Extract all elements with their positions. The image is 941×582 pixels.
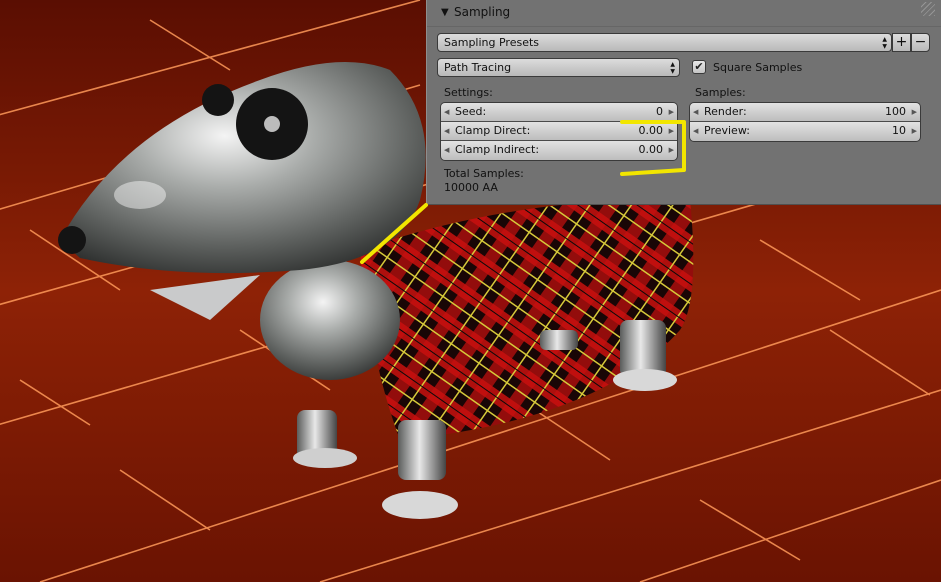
preview-samples-label: Preview: xyxy=(704,124,750,137)
sampling-presets-dropdown[interactable]: Sampling Presets ▲ ▼ xyxy=(437,33,892,52)
left-arrow-icon[interactable]: ◀ xyxy=(444,141,449,159)
total-samples-value: 10000 AA xyxy=(444,181,498,194)
integrator-value: Path Tracing xyxy=(444,61,512,74)
checkmark-icon: ✔ xyxy=(694,60,704,73)
clamp-indirect-value: 0.00 xyxy=(638,143,664,156)
right-arrow-icon[interactable]: ▶ xyxy=(912,103,917,121)
samples-fields: ◀ Render: 100 ▶ ◀ Preview: 10 ▶ xyxy=(689,102,921,142)
grip-icon[interactable] xyxy=(921,2,935,16)
panel-title: Sampling xyxy=(454,5,511,19)
preview-samples-field[interactable]: ◀ Preview: 10 ▶ xyxy=(690,122,920,141)
right-arrow-icon[interactable]: ▶ xyxy=(669,122,674,140)
triangle-down-icon[interactable]: ▼ xyxy=(441,7,449,18)
settings-heading: Settings: xyxy=(444,86,493,99)
samples-heading: Samples: xyxy=(695,86,746,99)
up-down-arrows-icon: ▲ ▼ xyxy=(882,36,887,50)
sampling-presets-label: Sampling Presets xyxy=(444,36,540,49)
preview-samples-value: 10 xyxy=(892,124,906,137)
seed-label: Seed: xyxy=(455,105,487,118)
left-arrow-icon[interactable]: ◀ xyxy=(444,122,449,140)
seed-value: 0 xyxy=(656,105,663,118)
integrator-dropdown[interactable]: Path Tracing ▲ ▼ xyxy=(437,58,680,77)
right-arrow-icon[interactable]: ▶ xyxy=(669,103,674,121)
render-samples-label: Render: xyxy=(704,105,747,118)
render-samples-value: 100 xyxy=(885,105,906,118)
square-samples-label: Square Samples xyxy=(713,61,803,74)
panel-header[interactable]: ▼ Sampling xyxy=(427,0,941,27)
seed-field[interactable]: ◀ Seed: 0 ▶ xyxy=(441,103,677,122)
left-arrow-icon[interactable]: ◀ xyxy=(693,122,698,140)
clamp-direct-value: 0.00 xyxy=(638,124,664,137)
clamp-indirect-label: Clamp Indirect: xyxy=(455,143,540,156)
right-arrow-icon[interactable]: ▶ xyxy=(669,141,674,159)
render-samples-field[interactable]: ◀ Render: 100 ▶ xyxy=(690,103,920,122)
clamp-direct-field[interactable]: ◀ Clamp Direct: 0.00 ▶ xyxy=(441,122,677,141)
remove-preset-button[interactable]: − xyxy=(911,33,930,52)
clamp-direct-label: Clamp Direct: xyxy=(455,124,531,137)
right-arrow-icon[interactable]: ▶ xyxy=(912,122,917,140)
clamp-indirect-field[interactable]: ◀ Clamp Indirect: 0.00 ▶ xyxy=(441,141,677,160)
left-arrow-icon[interactable]: ◀ xyxy=(693,103,698,121)
square-samples-checkbox[interactable]: ✔ xyxy=(692,60,706,74)
settings-fields: ◀ Seed: 0 ▶ ◀ Clamp Direct: 0.00 ▶ ◀ Cla… xyxy=(440,102,678,161)
up-down-arrows-icon: ▲ ▼ xyxy=(670,61,675,75)
add-preset-button[interactable]: + xyxy=(892,33,911,52)
left-arrow-icon[interactable]: ◀ xyxy=(444,103,449,121)
sampling-panel: ▼ Sampling Sampling Presets ▲ ▼ + − Path … xyxy=(426,0,941,205)
total-samples-label: Total Samples: xyxy=(444,167,524,180)
